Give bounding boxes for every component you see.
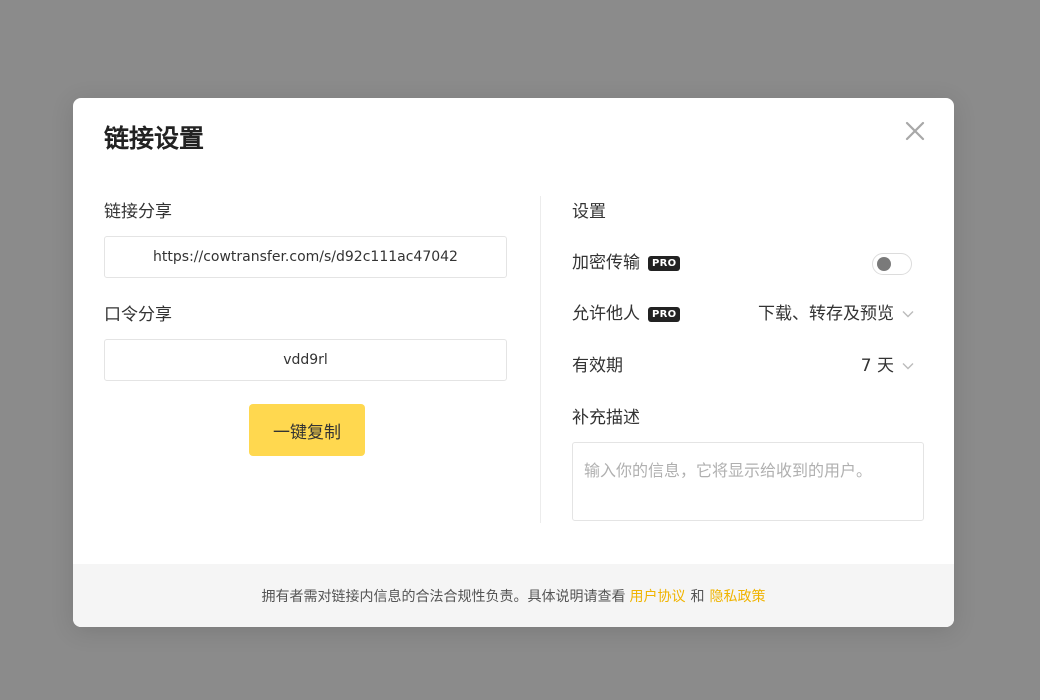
dialog-footer: 拥有者需对链接内信息的合法合规性负责。具体说明请查看 用户协议 和 隐私政策 — [73, 564, 954, 627]
encrypt-transfer-label: 加密传输 — [572, 253, 640, 273]
privacy-policy-link[interactable]: 隐私政策 — [710, 586, 766, 606]
close-button[interactable] — [902, 118, 928, 144]
link-share-label: 链接分享 — [104, 202, 172, 222]
column-divider — [540, 196, 541, 523]
code-share-label: 口令分享 — [104, 305, 172, 325]
expiry-label: 有效期 — [572, 356, 623, 376]
footer-and: 和 — [690, 588, 705, 605]
copy-all-button[interactable]: 一键复制 — [249, 404, 365, 456]
pro-badge: PRO — [648, 255, 681, 271]
settings-heading: 设置 — [572, 202, 606, 222]
close-icon — [905, 121, 925, 141]
description-label: 补充描述 — [572, 408, 640, 428]
allow-others-row: 允许他人 PRO — [572, 302, 681, 326]
expiry-select[interactable]: 7 天 — [861, 354, 914, 378]
share-code-field[interactable]: vdd9rl — [104, 339, 507, 381]
user-agreement-link[interactable]: 用户协议 — [630, 586, 686, 606]
allow-others-label: 允许他人 — [572, 304, 640, 324]
description-input[interactable] — [572, 442, 924, 521]
pro-badge: PRO — [648, 306, 681, 322]
link-url-field[interactable]: https://cowtransfer.com/s/d92c111ac47042 — [104, 236, 507, 278]
encrypt-toggle[interactable] — [872, 253, 912, 275]
footer-text: 拥有者需对链接内信息的合法合规性负责。具体说明请查看 — [261, 588, 626, 605]
allow-others-select[interactable]: 下载、转存及预览 — [758, 302, 914, 326]
encrypt-transfer-row: 加密传输 PRO — [572, 251, 681, 275]
toggle-knob — [877, 257, 891, 271]
dialog-title: 链接设置 — [104, 124, 205, 153]
expiry-value: 7 天 — [860, 356, 894, 376]
chevron-down-icon — [902, 363, 914, 370]
link-settings-dialog: 链接设置 链接分享 https://cowtransfer.com/s/d92c… — [73, 98, 954, 627]
allow-others-value: 下载、转存及预览 — [758, 304, 894, 324]
chevron-down-icon — [902, 311, 914, 318]
